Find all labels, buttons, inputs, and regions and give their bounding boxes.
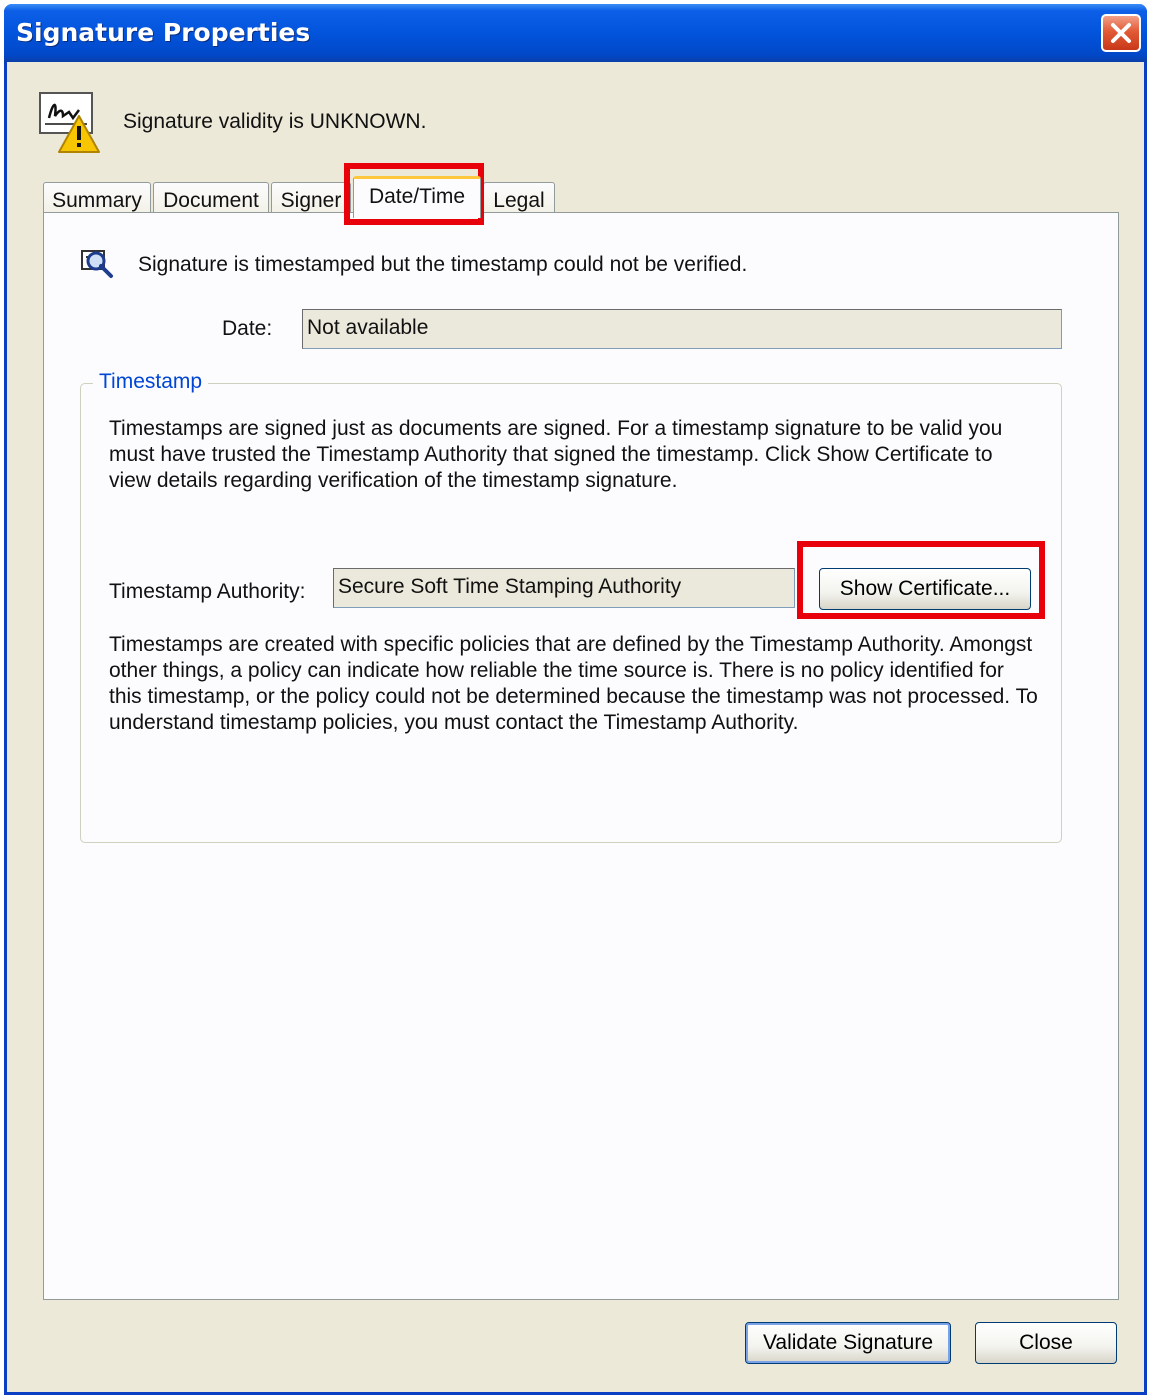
show-certificate-button[interactable]: Show Certificate...: [819, 568, 1031, 610]
close-icon: [1111, 23, 1131, 43]
timestamp-status-text: Signature is timestamped but the timesta…: [138, 253, 748, 276]
close-button[interactable]: Close: [975, 1322, 1117, 1364]
tab-strip: Summary Document Signer Date/Time Legal: [43, 176, 743, 218]
timestamp-magnifier-icon: [81, 250, 113, 278]
window-title: Signature Properties: [16, 18, 311, 47]
signature-properties-dialog: Signature Properties Signature validity …: [4, 4, 1147, 1395]
date-field[interactable]: Not available: [302, 309, 1062, 349]
date-label: Date:: [222, 317, 273, 340]
timestamp-policy-text: Timestamps are created with specific pol…: [109, 633, 1038, 734]
signature-warning-icon: [39, 92, 100, 153]
timestamp-authority-label: Timestamp Authority:: [109, 580, 306, 603]
signature-status: Signature validity is UNKNOWN.: [39, 92, 739, 158]
timestamp-intro-text: Timestamps are signed just as documents …: [109, 417, 1003, 492]
title-bar[interactable]: Signature Properties: [4, 4, 1147, 62]
timestamp-group: Timestamp Timestamps are signed just as …: [80, 370, 1062, 843]
timestamp-group-title: Timestamp: [93, 370, 209, 394]
close-window-button[interactable]: [1101, 14, 1141, 52]
tab-date-time[interactable]: Date/Time: [353, 176, 481, 218]
signature-validity-text: Signature validity is UNKNOWN.: [123, 110, 427, 133]
timestamp-authority-field[interactable]: Secure Soft Time Stamping Authority: [333, 568, 795, 608]
date-time-panel: Signature is timestamped but the timesta…: [43, 212, 1119, 1300]
validate-signature-button[interactable]: Validate Signature: [745, 1322, 951, 1364]
timestamp-status-row: Signature is timestamped but the timesta…: [80, 245, 1080, 281]
